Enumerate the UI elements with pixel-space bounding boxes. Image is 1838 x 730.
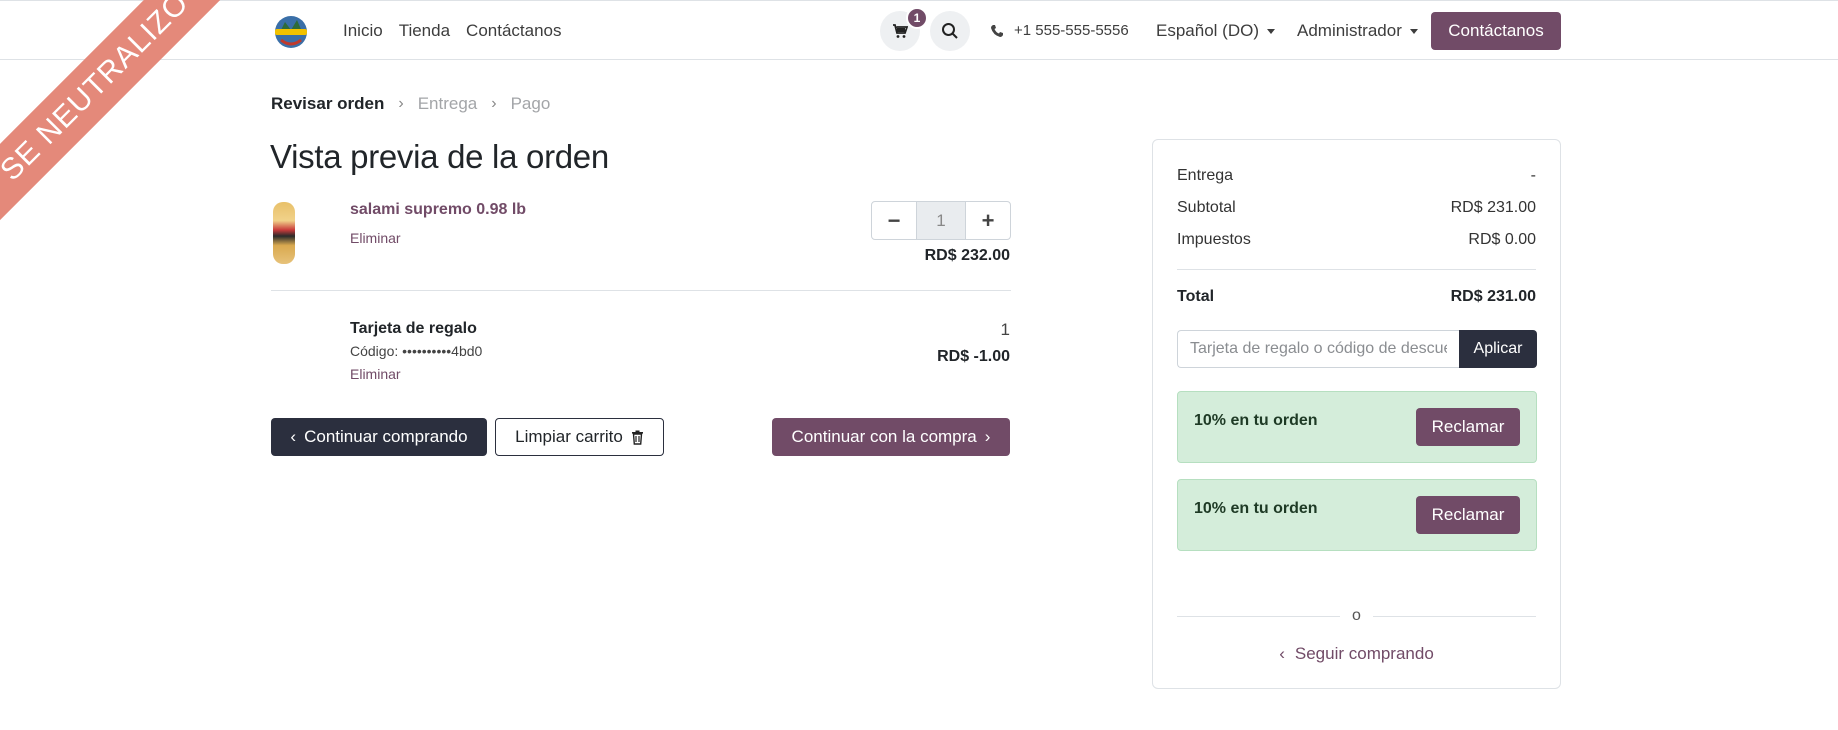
quantity-stepper: − 1 + [871,201,1011,240]
nav-item-tienda[interactable]: Tienda [399,21,450,41]
promo-code-form: Aplicar [1177,330,1537,368]
contact-button[interactable]: Contáctanos [1431,12,1561,50]
checkout-button[interactable]: Continuar con la compra › [772,418,1010,456]
product-name[interactable]: salami supremo 0.98 lb [350,201,526,219]
search-icon [942,23,958,39]
checkout-breadcrumb: Revisar orden › Entrega › Pago [271,94,550,114]
cart-button[interactable]: 1 [880,7,928,51]
continue-shopping-button[interactable]: ‹ Continuar comprando [271,418,487,456]
phone-icon [991,24,1003,37]
gift-card-quantity: 1 [1000,320,1010,339]
remove-item-link[interactable]: Eliminar [350,230,401,246]
gift-card-code: Código: ••••••••••4bd0 [350,343,483,359]
delivery-value: - [1530,167,1536,184]
language-label: Español (DO) [1156,21,1259,40]
product-price: RD$ 232.00 [924,247,1010,264]
environment-ribbon: SE NEUTRALIZÓ [0,0,249,241]
total-label: Total [1177,288,1215,305]
cart-count-badge: 1 [906,7,928,29]
delivery-label: Entrega [1177,167,1234,184]
site-header: Inicio Tienda Contáctanos 1 +1 555-555-5… [0,0,1838,60]
subtotal-value: RD$ 231.00 [1450,199,1536,216]
caret-down-icon [1266,28,1275,34]
separator-line [1372,615,1536,617]
nav-item-contactanos[interactable]: Contáctanos [466,21,561,41]
page-title: Vista previa de la orden [270,138,609,175]
offer-text: 10% en tu orden [1194,500,1318,517]
separator-line [1177,615,1341,617]
caret-down-icon [1409,28,1418,34]
keep-shopping-link[interactable]: ‹ Seguir comprando [1153,644,1560,664]
apply-promo-button[interactable]: Aplicar [1459,330,1537,368]
phone-number: +1 555-555-5556 [1014,22,1129,39]
total-value: RD$ 231.00 [1450,288,1536,305]
taxes-value: RD$ 0.00 [1468,231,1536,248]
summary-divider [1177,269,1536,270]
decrease-quantity-button[interactable]: − [872,202,916,239]
taxes-row: Impuestos RD$ 0.00 [1177,231,1536,249]
search-button[interactable] [930,11,970,51]
clear-cart-label: Limpiar carrito [515,427,623,446]
phone-link[interactable]: +1 555-555-5556 [990,22,1129,39]
user-label: Administrador [1297,21,1402,40]
order-summary-card: Entrega - Subtotal RD$ 231.00 Impuestos … [1152,139,1561,689]
promotion-offer: 10% en tu orden Reclamar [1177,479,1537,551]
site-logo[interactable] [271,12,311,50]
chevron-right-icon: › [984,427,991,446]
language-dropdown[interactable]: Español (DO) [1156,21,1275,41]
clear-cart-button[interactable]: Limpiar carrito [495,418,664,456]
claim-offer-button[interactable]: Reclamar [1416,408,1520,446]
ribbon-container: SE NEUTRALIZÓ [0,0,260,260]
chevron-left-icon: ‹ [1279,644,1285,663]
continue-shopping-label: Continuar comprando [304,427,468,446]
claim-offer-button[interactable]: Reclamar [1416,496,1520,534]
main-nav: Inicio Tienda Contáctanos [343,21,562,41]
increase-quantity-button[interactable]: + [966,202,1010,239]
chevron-right-icon: › [398,95,404,112]
keep-shopping-label: Seguir comprando [1294,644,1434,663]
or-text: o [1352,607,1361,624]
taxes-label: Impuestos [1177,231,1251,248]
chevron-right-icon: › [491,95,497,112]
trash-icon [631,430,643,445]
offer-text: 10% en tu orden [1194,412,1318,429]
remove-gift-card-link[interactable]: Eliminar [350,366,401,382]
subtotal-label: Subtotal [1177,199,1236,216]
or-separator: o [1177,607,1536,625]
product-thumbnail[interactable] [273,202,295,264]
checkout-label: Continuar con la compra [791,427,977,446]
breadcrumb-payment: Pago [510,94,551,113]
cart-icon [893,24,908,38]
chevron-left-icon: ‹ [290,427,297,446]
subtotal-row: Subtotal RD$ 231.00 [1177,199,1536,217]
total-row: Total RD$ 231.00 [1177,288,1536,306]
item-divider [271,290,1011,291]
breadcrumb-review: Revisar orden [271,94,385,113]
nav-item-inicio[interactable]: Inicio [343,21,383,41]
gift-card-name: Tarjeta de regalo [350,320,477,337]
breadcrumb-delivery: Entrega [417,94,478,113]
gift-card-price: RD$ -1.00 [937,348,1010,365]
promotion-offer: 10% en tu orden Reclamar [1177,391,1537,463]
user-dropdown[interactable]: Administrador [1297,21,1418,41]
delivery-row: Entrega - [1177,167,1536,185]
quantity-input[interactable]: 1 [916,202,966,239]
promo-code-input[interactable] [1177,330,1459,368]
